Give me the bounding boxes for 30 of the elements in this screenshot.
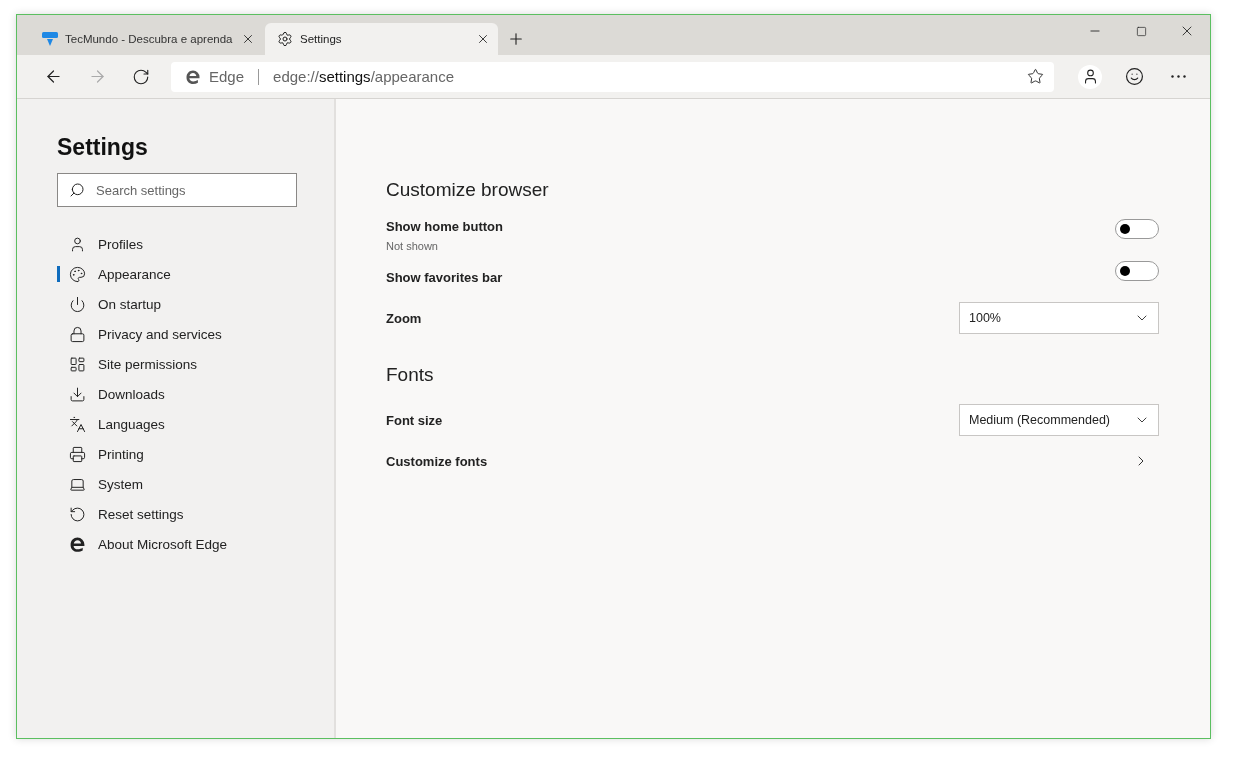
sidebar-item[interactable]: System: [57, 469, 334, 499]
browser-tab[interactable]: Settings: [265, 23, 498, 55]
browser-tab[interactable]: TecMundo - Descubra e aprenda: [30, 23, 263, 55]
setting-label: Font size: [386, 412, 443, 428]
search-field[interactable]: Search settings: [57, 173, 297, 207]
sidebar-title: Settings: [57, 134, 149, 161]
setting-label: Show favorites bar: [386, 269, 503, 285]
sidebar-item[interactable]: About Microsoft Edge: [57, 529, 334, 559]
address-bar[interactable]: Edge edge://settings/appearance: [171, 61, 1054, 92]
setting-label: Customize fonts: [386, 453, 488, 469]
section-heading: Fonts: [386, 364, 435, 386]
sidebar-item[interactable]: Site permissions: [57, 349, 334, 379]
dropdown[interactable]: 100%: [959, 302, 1159, 334]
setting-label: Show home button: [386, 219, 503, 234]
sidebar-item[interactable]: Profiles: [57, 229, 334, 259]
sidebar-item[interactable]: Reset settings: [57, 499, 334, 529]
tab-title: TecMundo - Descubra e aprenda: [65, 33, 234, 45]
sidebar-item[interactable]: Languages: [57, 409, 334, 439]
url-text: edge://settings/appearance: [273, 68, 455, 85]
sidebar-item[interactable]: Downloads: [57, 379, 334, 409]
sidebar-item[interactable]: Privacy and services: [57, 319, 334, 349]
dropdown[interactable]: Medium (Recommended): [959, 404, 1159, 436]
setting-description: Not shown: [386, 240, 439, 252]
site-label: Edge: [209, 68, 245, 85]
sidebar-item[interactable]: Appearance: [57, 259, 334, 289]
sidebar-item[interactable]: Printing: [57, 439, 334, 469]
sidebar-item[interactable]: On startup: [57, 289, 334, 319]
section-heading: Customize browser: [386, 179, 550, 201]
tab-title: Settings: [300, 33, 343, 45]
setting-label: Zoom: [386, 310, 422, 326]
